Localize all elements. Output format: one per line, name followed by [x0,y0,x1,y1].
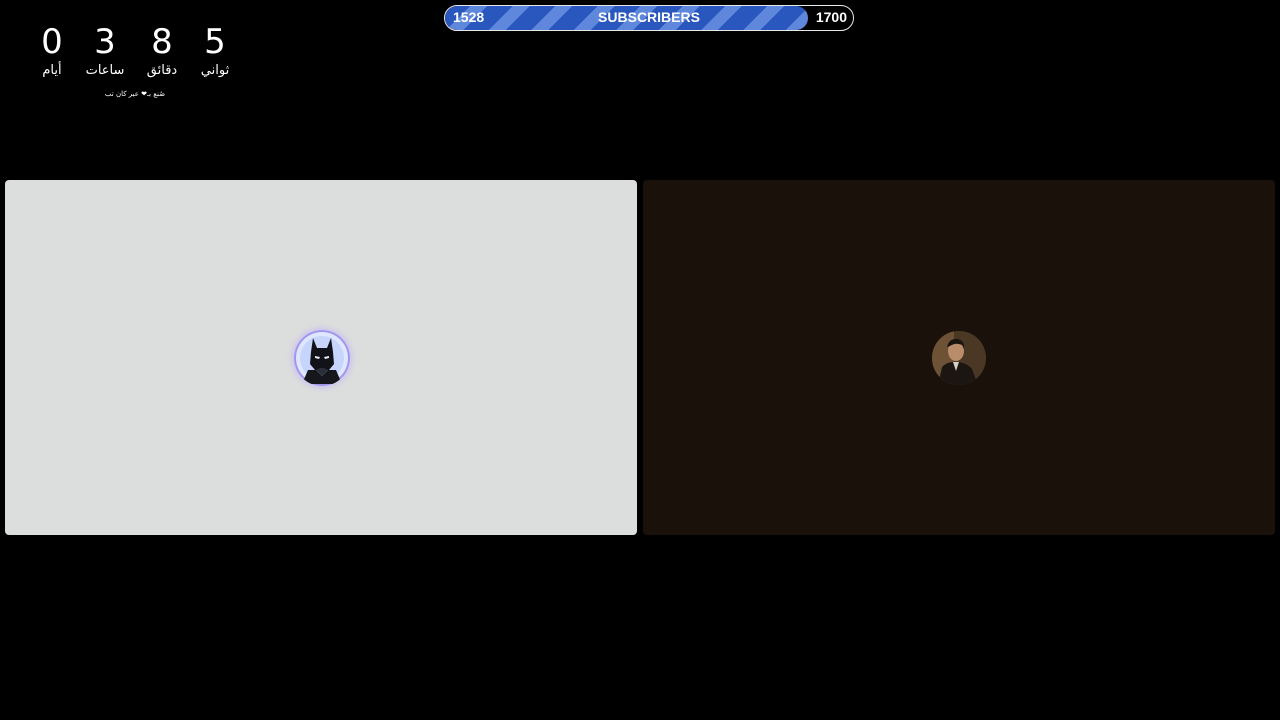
participant-tile-left[interactable] [5,180,637,535]
countdown-hours-label: ساعات [85,63,125,78]
countdown-minutes: 8 دقائق [132,22,192,80]
countdown-seconds-label: ثواني [200,63,230,78]
subscriber-goal-title: SUBSCRIBERS [598,9,700,25]
countdown-seconds: 5 ثواني [185,22,245,80]
masked-hero-avatar-graphic [296,332,348,384]
person-avatar-icon [932,331,986,385]
countdown-days: 0 أيام [22,22,82,80]
subscriber-goal-bar: 1528 SUBSCRIBERS 1700 [444,5,854,31]
countdown-days-label: أيام [42,63,62,78]
countdown-timer: 0 أيام 3 ساعات 8 دقائق 5 ثواني صُنع بـ❤ … [0,0,270,110]
subscriber-goal-target: 1700 [815,9,847,25]
person-avatar-graphic [932,331,986,385]
countdown-days-value: 0 [41,22,63,62]
masked-hero-avatar-icon [294,330,350,386]
countdown-minutes-value: 8 [151,22,173,62]
countdown-hours-value: 3 [94,22,116,62]
countdown-hours: 3 ساعات [75,22,135,80]
countdown-credit: صُنع بـ❤ عبر كان تب [104,90,166,98]
stream-overlay: 0 أيام 3 ساعات 8 دقائق 5 ثواني صُنع بـ❤ … [0,0,1280,720]
participant-tile-right[interactable] [643,180,1275,535]
countdown-minutes-label: دقائق [146,63,178,78]
countdown-seconds-value: 5 [204,22,226,62]
